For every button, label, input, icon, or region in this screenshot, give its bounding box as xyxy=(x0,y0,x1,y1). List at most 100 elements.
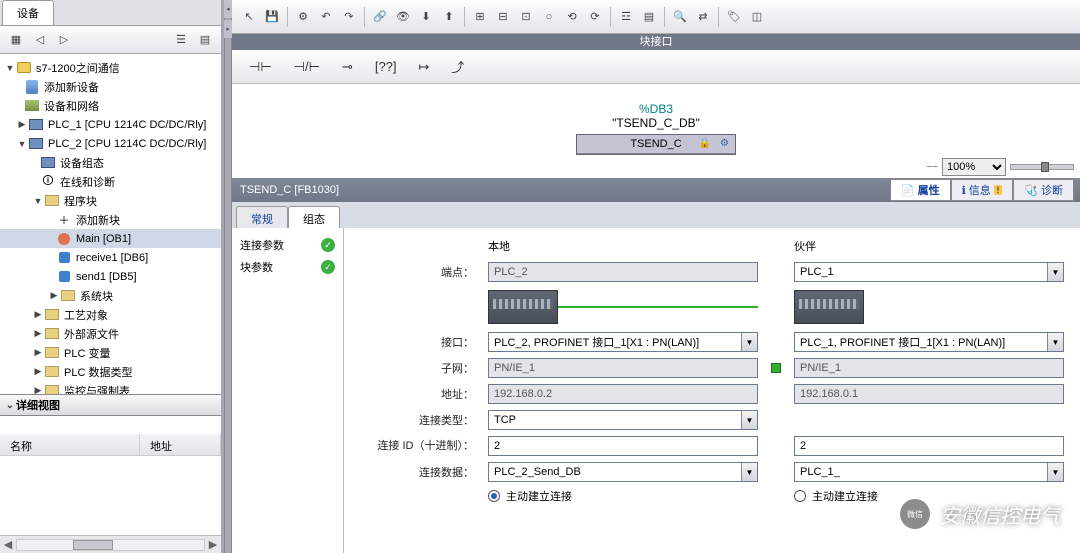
radio-partner-active[interactable]: 主动建立连接 xyxy=(794,488,1064,504)
input-partner-conndata[interactable] xyxy=(794,462,1064,482)
input-conntype[interactable] xyxy=(488,410,758,430)
tree-ext-sources[interactable]: ▶外部源文件 xyxy=(0,324,221,343)
interface-title-band: 块接口 xyxy=(232,34,1080,50)
zoom-slider[interactable] xyxy=(1010,164,1074,170)
editor-pane: ↖ 💾 ⚙ ↶ ↷ 🔗 👁 ⬇ ⬆ ⊞ ⊟ ⊡ ○ ⟲ ⟳ ☲ ▤ 🔍 ⇄ 🏷 xyxy=(232,0,1080,553)
tab-diagnostics[interactable]: 🩺诊断 xyxy=(1013,179,1074,201)
tool-compile-icon[interactable]: ⚙ xyxy=(292,6,314,28)
tool-find-icon[interactable]: 🔍 xyxy=(669,6,691,28)
scroll-left-icon[interactable]: ◀ xyxy=(0,538,16,551)
nav-connection-params[interactable]: 连接参数✓ xyxy=(236,234,339,256)
fbd-nc-contact-icon[interactable]: ⊣/⊢ xyxy=(287,56,327,78)
tool-upload-icon[interactable]: ⬆ xyxy=(438,6,460,28)
tool-cursor-icon[interactable]: ↖ xyxy=(238,6,260,28)
tab-properties[interactable]: 📄属性 xyxy=(890,179,951,201)
dropdown-icon[interactable]: ▼ xyxy=(1047,463,1063,481)
input-partner-endpoint[interactable] xyxy=(794,262,1064,282)
tool-monitor-icon[interactable]: 👁 xyxy=(392,6,414,28)
nav-list-icon[interactable]: ☰ xyxy=(171,30,191,50)
input-local-conndata[interactable] xyxy=(488,462,758,482)
fbd-no-contact-icon[interactable]: ⊣⊢ xyxy=(242,56,279,78)
label-address: 地址： xyxy=(360,386,480,402)
tool-struct-icon[interactable]: ▤ xyxy=(638,6,660,28)
detail-view-header[interactable]: ⌄详细视图 xyxy=(0,394,221,416)
tool-go-online-icon[interactable]: 🔗 xyxy=(369,6,391,28)
tree-add-device[interactable]: 添加新设备 xyxy=(0,77,221,96)
fbd-canvas[interactable]: %DB3 "TSEND_C_DB" TSEND_C 🔒 ⚙ ~~ 100% xyxy=(232,84,1080,178)
left-tab-config[interactable]: 组态 xyxy=(288,206,340,228)
dropdown-icon[interactable]: ▼ xyxy=(741,463,757,481)
nav-tool-icon[interactable]: ▦ xyxy=(6,30,26,50)
input-partner-interface[interactable] xyxy=(794,332,1064,352)
nav-block-params[interactable]: 块参数✓ xyxy=(236,256,339,278)
fbd-box-icon[interactable]: [??] xyxy=(368,56,404,77)
block-lock-icon[interactable]: 🔒 xyxy=(699,138,711,149)
tree-receive1[interactable]: receive1 [DB6] xyxy=(0,248,221,267)
tool-branch-icon[interactable]: ⊟ xyxy=(492,6,514,28)
vertical-splitter[interactable]: ◂ ▸ xyxy=(224,0,232,553)
tree-main-ob1[interactable]: Main [OB1] xyxy=(0,229,221,248)
project-tree[interactable]: ▼s7-1200之间通信 添加新设备 设备和网络 ▶PLC_1 [CPU 121… xyxy=(0,54,221,394)
tree-root[interactable]: ▼s7-1200之间通信 xyxy=(0,58,221,77)
splitter-collapse-icon[interactable]: ◂ xyxy=(224,0,232,18)
scroll-right-icon[interactable]: ▶ xyxy=(205,538,221,551)
label-conndata: 连接数据： xyxy=(360,464,480,480)
radio-off-icon[interactable] xyxy=(794,490,806,502)
input-local-interface[interactable] xyxy=(488,332,758,352)
config-nav: 连接参数✓ 块参数✓ xyxy=(232,228,344,553)
tool-tags-icon[interactable]: 🏷 xyxy=(723,6,745,28)
detail-col-name[interactable]: 名称 xyxy=(0,434,140,455)
tree-add-block[interactable]: ＋添加新块 xyxy=(0,210,221,229)
tool-open-branch-icon[interactable]: ⟲ xyxy=(561,6,583,28)
zoom-select[interactable]: 100% xyxy=(942,158,1006,176)
tree-plc2[interactable]: ▼PLC_2 [CPU 1214C DC/DC/Rly] xyxy=(0,134,221,153)
fbd-conn-icon[interactable]: ⤴ xyxy=(444,54,471,79)
input-partner-connid[interactable] xyxy=(794,436,1064,456)
tool-save-icon[interactable]: 💾 xyxy=(261,6,283,28)
radio-on-icon[interactable] xyxy=(488,490,500,502)
scroll-thumb[interactable] xyxy=(73,540,113,550)
tool-rung-icon[interactable]: ⊞ xyxy=(469,6,491,28)
fbd-coil-icon[interactable]: ⊸ xyxy=(335,56,360,78)
tree-tech-objects[interactable]: ▶工艺对象 xyxy=(0,305,221,324)
radio-local-active[interactable]: 主动建立连接 xyxy=(488,488,758,504)
left-scrollbar[interactable]: ◀ ▶ xyxy=(0,535,221,553)
nav-back-icon[interactable]: ◁ xyxy=(30,30,50,50)
tree-plc-datatypes[interactable]: ▶PLC 数据类型 xyxy=(0,362,221,381)
tool-download-icon[interactable]: ⬇ xyxy=(415,6,437,28)
properties-body: 常规 组态 连接参数✓ 块参数✓ 本地 伙伴 端点： ▼ xyxy=(232,202,1080,553)
tab-devices[interactable]: 设备 xyxy=(2,0,54,25)
tool-coil-icon[interactable]: ○ xyxy=(538,6,560,28)
splitter-expand-icon[interactable]: ▸ xyxy=(224,20,232,38)
tool-redo-icon[interactable]: ↷ xyxy=(338,6,360,28)
dropdown-icon[interactable]: ▼ xyxy=(1047,263,1063,281)
left-tab-general[interactable]: 常规 xyxy=(236,206,288,228)
block-config-icon[interactable]: ⚙ xyxy=(720,138,729,149)
tool-split-icon[interactable]: ◫ xyxy=(746,6,768,28)
nav-fwd-icon[interactable]: ▷ xyxy=(54,30,74,50)
input-local-connid[interactable] xyxy=(488,436,758,456)
tool-contact-icon[interactable]: ⊡ xyxy=(515,6,537,28)
tree-system-blocks[interactable]: ▶系统块 xyxy=(0,286,221,305)
dropdown-icon[interactable]: ▼ xyxy=(741,411,757,429)
tool-crossref-icon[interactable]: ☲ xyxy=(615,6,637,28)
tool-undo-icon[interactable]: ↶ xyxy=(315,6,337,28)
fbd-block[interactable]: TSEND_C 🔒 ⚙ xyxy=(576,134,736,155)
fbd-wire-icon[interactable]: ↦ xyxy=(412,56,437,78)
zoom-thumb[interactable] xyxy=(1041,162,1049,172)
tree-device-config[interactable]: 设备组态 xyxy=(0,153,221,172)
tree-online-diag[interactable]: 🛈在线和诊断 xyxy=(0,172,221,191)
nav-grid-icon[interactable]: ▤ xyxy=(195,30,215,50)
tree-devices-networks[interactable]: 设备和网络 xyxy=(0,96,221,115)
tab-info[interactable]: ℹ信息! xyxy=(951,179,1014,201)
tool-close-branch-icon[interactable]: ⟳ xyxy=(584,6,606,28)
dropdown-icon[interactable]: ▼ xyxy=(741,333,757,351)
tree-program-blocks[interactable]: ▼程序块 xyxy=(0,191,221,210)
tool-replace-icon[interactable]: ⇄ xyxy=(692,6,714,28)
tree-plc1[interactable]: ▶PLC_1 [CPU 1214C DC/DC/Rly] xyxy=(0,115,221,134)
tree-plc-vars[interactable]: ▶PLC 变量 xyxy=(0,343,221,362)
tree-send1[interactable]: send1 [DB5] xyxy=(0,267,221,286)
tree-watch-force[interactable]: ▶监控与强制表 xyxy=(0,381,221,394)
dropdown-icon[interactable]: ▼ xyxy=(1047,333,1063,351)
detail-col-addr[interactable]: 地址 xyxy=(140,434,221,455)
